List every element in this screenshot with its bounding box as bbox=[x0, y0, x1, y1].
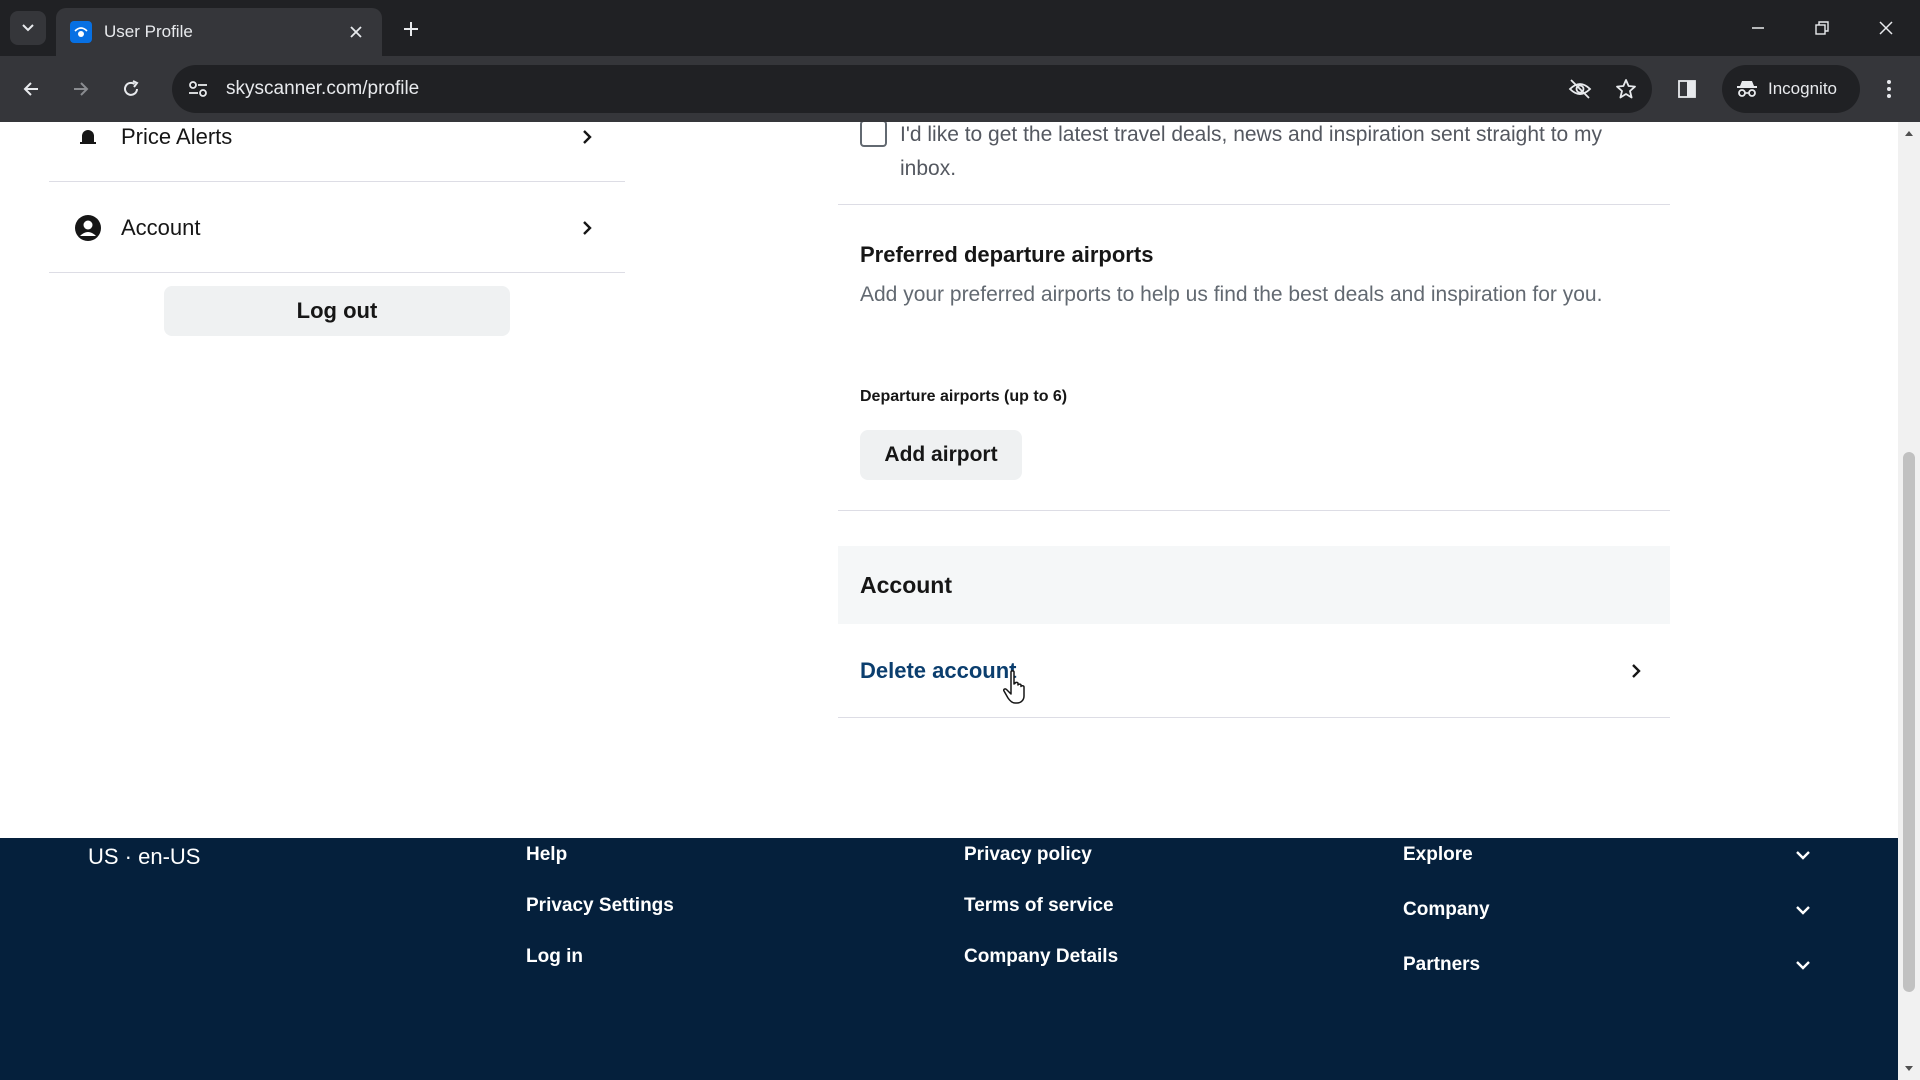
close-tab-icon[interactable] bbox=[344, 20, 368, 44]
delete-account-row[interactable]: Delete account bbox=[838, 624, 1670, 718]
url-text[interactable]: skyscanner.com/profile bbox=[226, 78, 1560, 100]
side-panel-icon bbox=[1678, 80, 1696, 98]
locale-selector[interactable]: US · en-US bbox=[88, 844, 200, 870]
chevron-right-icon bbox=[575, 216, 599, 240]
divider bbox=[838, 510, 1670, 511]
browser-tabstrip: User Profile bbox=[0, 0, 1920, 56]
sidebar-item-price-alerts[interactable]: Price Alerts bbox=[49, 122, 625, 182]
accordion-label: Company bbox=[1403, 899, 1490, 920]
arrow-right-icon bbox=[74, 82, 89, 96]
incognito-label: Incognito bbox=[1768, 79, 1837, 98]
close-window-button[interactable] bbox=[1866, 10, 1906, 46]
footer-link-terms-of-service[interactable]: Terms of service bbox=[964, 895, 1114, 917]
back-button[interactable] bbox=[12, 70, 50, 108]
airports-section-title: Preferred departure airports bbox=[860, 242, 1154, 267]
scroll-up-arrow-icon[interactable] bbox=[1902, 126, 1916, 140]
site-footer: US · en-US Help Privacy Settings Log in … bbox=[0, 838, 1898, 1080]
sidebar-item-label: Price Alerts bbox=[121, 123, 233, 149]
accordion-label: Explore bbox=[1403, 844, 1473, 865]
newsletter-label[interactable]: I'd like to get the latest travel deals,… bbox=[900, 122, 1640, 186]
reload-icon bbox=[124, 80, 139, 96]
incognito-icon bbox=[1737, 81, 1757, 97]
footer-link-company-details[interactable]: Company Details bbox=[964, 946, 1118, 968]
bell-icon bbox=[73, 122, 103, 152]
chevron-down-icon bbox=[1796, 961, 1810, 970]
footer-accordion-explore[interactable]: Explore bbox=[1403, 844, 1811, 866]
airports-section-description: Add your preferred airports to help us f… bbox=[860, 283, 1603, 306]
delete-account-link[interactable]: Delete account bbox=[860, 658, 1624, 684]
footer-accordion-partners[interactable]: Partners bbox=[1403, 954, 1811, 976]
skyscanner-favicon-icon bbox=[70, 21, 92, 43]
restore-button[interactable] bbox=[1802, 10, 1842, 46]
divider bbox=[838, 204, 1670, 205]
page-scrollbar[interactable] bbox=[1898, 122, 1920, 1080]
departure-airports-label: Departure airports (up to 6) bbox=[860, 388, 1068, 405]
reload-button[interactable] bbox=[112, 70, 150, 108]
account-section-title: Account bbox=[838, 546, 1670, 624]
forward-button[interactable] bbox=[62, 70, 100, 108]
user-circle-icon bbox=[73, 213, 103, 243]
chevron-down-icon bbox=[1796, 851, 1810, 860]
star-icon[interactable] bbox=[1606, 69, 1646, 109]
newsletter-checkbox[interactable] bbox=[860, 122, 887, 147]
footer-link-help[interactable]: Help bbox=[526, 844, 567, 866]
chevron-down-icon bbox=[1796, 906, 1810, 915]
chevron-down-icon bbox=[22, 24, 34, 32]
kebab-menu-icon bbox=[1887, 80, 1891, 98]
browser-toolbar: skyscanner.com/profile Incognito bbox=[0, 56, 1920, 122]
sidebar-item-account[interactable]: Account bbox=[49, 183, 625, 273]
logout-button[interactable]: Log out bbox=[164, 286, 510, 336]
browser-menu-button[interactable] bbox=[1870, 70, 1908, 108]
eye-off-icon[interactable] bbox=[1560, 69, 1600, 109]
site-info-icon[interactable] bbox=[178, 69, 218, 109]
minimize-icon bbox=[1752, 27, 1764, 29]
chevron-right-icon bbox=[575, 125, 599, 149]
arrow-left-icon bbox=[23, 82, 38, 96]
scroll-down-arrow-icon[interactable] bbox=[1902, 1062, 1916, 1076]
footer-link-privacy-policy[interactable]: Privacy policy bbox=[964, 844, 1092, 866]
side-panel-button[interactable] bbox=[1668, 70, 1706, 108]
footer-link-log-in[interactable]: Log in bbox=[526, 946, 583, 968]
accordion-label: Partners bbox=[1403, 954, 1481, 975]
footer-accordion-company[interactable]: Company bbox=[1403, 899, 1811, 921]
close-icon bbox=[1879, 21, 1893, 35]
tab-search-button[interactable] bbox=[10, 11, 46, 45]
tab-title: User Profile bbox=[104, 22, 193, 41]
minimize-button[interactable] bbox=[1738, 10, 1778, 46]
profile-page: Price Alerts Account Log out I'd like to… bbox=[0, 122, 1898, 1080]
add-airport-button[interactable]: Add airport bbox=[860, 430, 1022, 480]
sidebar-item-label: Account bbox=[121, 214, 201, 240]
chevron-right-icon bbox=[1624, 659, 1648, 683]
new-tab-button[interactable] bbox=[394, 14, 428, 44]
restore-icon bbox=[1815, 21, 1829, 35]
address-bar[interactable]: skyscanner.com/profile bbox=[172, 65, 1652, 113]
plus-icon bbox=[404, 22, 418, 36]
scrollbar-thumb[interactable] bbox=[1903, 452, 1915, 992]
browser-tab-active[interactable]: User Profile bbox=[56, 8, 382, 56]
incognito-indicator[interactable]: Incognito bbox=[1722, 65, 1860, 113]
footer-link-privacy-settings[interactable]: Privacy Settings bbox=[526, 895, 674, 917]
